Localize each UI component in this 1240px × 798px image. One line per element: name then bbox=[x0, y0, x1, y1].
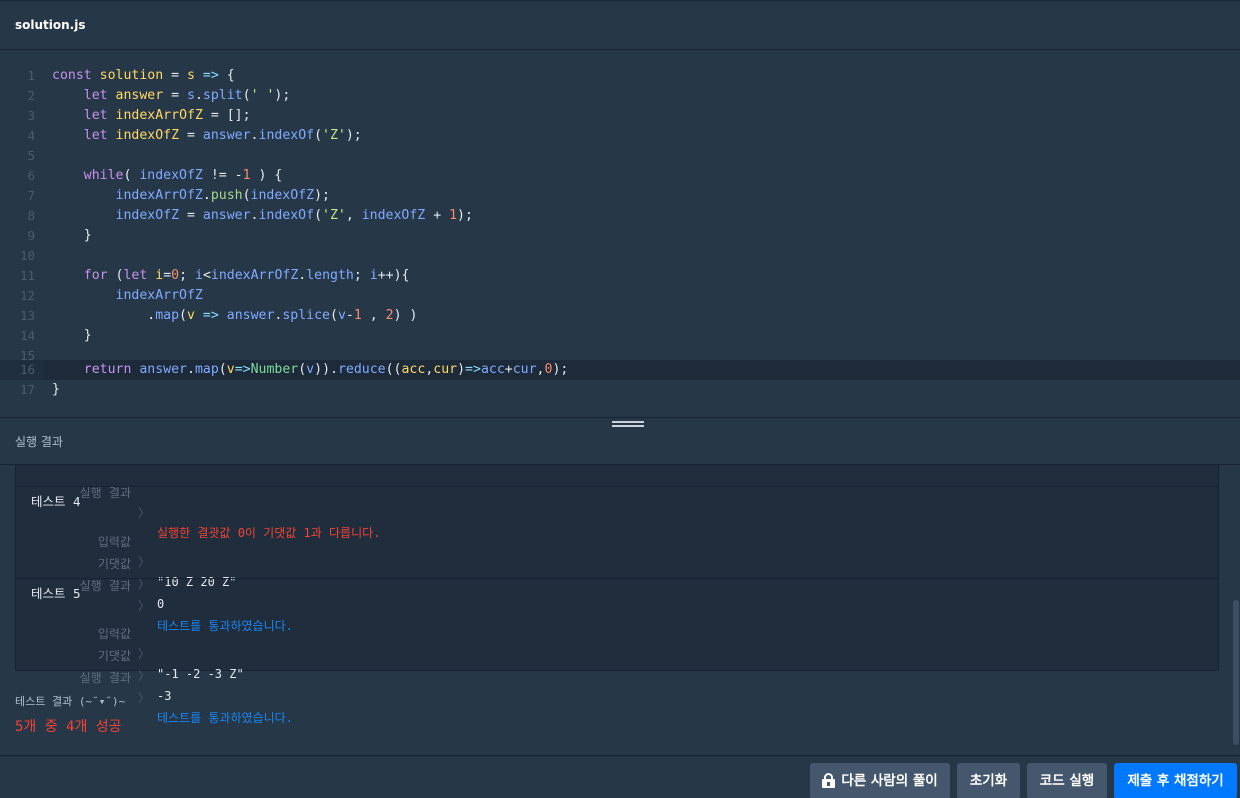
code-line[interactable]: 17} bbox=[0, 380, 1240, 400]
line-number: 13 bbox=[19, 308, 35, 323]
chevron-right-icon: 〉 bbox=[138, 669, 151, 683]
code-text[interactable]: let indexOfZ = answer.indexOf('Z'); bbox=[52, 126, 362, 146]
code-text[interactable]: } bbox=[52, 380, 60, 400]
editor-header: solution.js bbox=[0, 0, 1240, 50]
code-line[interactable]: 3 let indexArrOfZ = []; bbox=[0, 106, 1240, 126]
line-number: 12 bbox=[19, 288, 35, 303]
test-results-list[interactable]: 실행 결과 〉 실행한 결괏값 0이 기댓값 1과 다릅니다. 테스트 4 입력… bbox=[15, 465, 1219, 725]
code-text[interactable]: indexOfZ = answer.indexOf('Z', indexOfZ … bbox=[52, 206, 473, 226]
others-solution-button[interactable]: 다른 사람의 풀이 bbox=[810, 763, 950, 798]
code-text[interactable]: .map(v => answer.splice(v-1 , 2) ) bbox=[52, 306, 417, 326]
code-line[interactable]: 6 while( indexOfZ != -1 ) { bbox=[0, 166, 1240, 186]
action-bar: 다른 사람의 풀이 초기화 코드 실행 제출 후 채점하기 bbox=[0, 755, 1240, 798]
result-row: 실행 결과 〉 테스트를 통과하였습니다. bbox=[16, 648, 1218, 725]
test-title: 테스트 4 bbox=[31, 494, 81, 509]
result-row: 입력값 〉 "10 Z 20 Z" bbox=[16, 512, 1218, 589]
code-text[interactable]: for (let i=0; i<indexArrOfZ.length; i++)… bbox=[52, 266, 410, 286]
reset-button[interactable]: 초기화 bbox=[957, 763, 1020, 798]
row-value-success: 테스트를 통과하였습니다. bbox=[157, 711, 293, 725]
code-line[interactable]: 4 let indexOfZ = answer.indexOf('Z'); bbox=[0, 126, 1240, 146]
line-number: 4 bbox=[27, 128, 35, 143]
code-text[interactable]: while( indexOfZ != -1 ) { bbox=[52, 166, 283, 186]
line-number: 5 bbox=[27, 148, 35, 163]
code-line[interactable]: 7 indexArrOfZ.push(indexOfZ); bbox=[0, 186, 1240, 206]
result-row: 입력값 〉 "-1 -2 -3 Z" bbox=[16, 604, 1218, 681]
row-label: 실행 결과 bbox=[79, 671, 131, 685]
code-text[interactable]: let indexArrOfZ = []; bbox=[52, 106, 251, 126]
code-line-active[interactable]: 16 return answer.map(v=>Number(v)).reduc… bbox=[0, 360, 1240, 380]
line-number: 2 bbox=[27, 88, 35, 103]
chevron-right-icon: 〉 bbox=[138, 577, 151, 591]
run-code-button[interactable]: 코드 실행 bbox=[1027, 763, 1107, 798]
code-line[interactable]: 10 bbox=[0, 246, 1240, 266]
code-text[interactable]: } bbox=[52, 326, 92, 346]
file-tab[interactable]: solution.js bbox=[15, 18, 86, 32]
divider bbox=[16, 486, 1218, 487]
line-number: 14 bbox=[19, 328, 35, 343]
code-line[interactable]: 9 } bbox=[0, 226, 1240, 246]
code-line[interactable]: 14 } bbox=[0, 326, 1240, 346]
chevron-right-icon: 〉 bbox=[138, 691, 151, 705]
line-number: 6 bbox=[27, 168, 35, 183]
test-title: 테스트 5 bbox=[31, 586, 81, 601]
panel-splitter[interactable]: 실행 결과 bbox=[0, 417, 1240, 465]
resize-grip-icon[interactable] bbox=[612, 421, 644, 429]
result-row: 실행 결과 〉 실행한 결괏값 0이 기댓값 1과 다릅니다. bbox=[16, 465, 1218, 540]
code-text[interactable]: indexArrOfZ bbox=[52, 286, 203, 306]
summary-value: 5개 중 4개 성공 bbox=[15, 719, 122, 735]
summary-title: 테스트 결과 (~˘▾˘)~ bbox=[15, 695, 126, 708]
code-line[interactable]: 13 .map(v => answer.splice(v-1 , 2) ) bbox=[0, 306, 1240, 326]
code-line[interactable]: 5 bbox=[0, 146, 1240, 166]
submit-button[interactable]: 제출 후 채점하기 bbox=[1114, 763, 1237, 798]
line-number: 1 bbox=[27, 68, 35, 83]
divider bbox=[16, 578, 1218, 579]
results-panel[interactable]: 실행 결과 〉 실행한 결괏값 0이 기댓값 1과 다릅니다. 테스트 4 입력… bbox=[0, 465, 1240, 755]
code-line[interactable]: 11 for (let i=0; i<indexArrOfZ.length; i… bbox=[0, 266, 1240, 286]
scrollbar-thumb[interactable] bbox=[1233, 600, 1239, 745]
line-number: 7 bbox=[27, 188, 35, 203]
code-line[interactable]: 12 indexArrOfZ bbox=[0, 286, 1240, 306]
code-text[interactable]: return answer.map(v=>Number(v)).reduce((… bbox=[52, 360, 569, 380]
code-editor[interactable]: 1 const solution = s => { 2 let answer = … bbox=[0, 51, 1240, 417]
code-line[interactable]: 8 indexOfZ = answer.indexOf('Z', indexOf… bbox=[0, 206, 1240, 226]
line-number: 11 bbox=[19, 268, 35, 283]
line-number: 9 bbox=[27, 228, 35, 243]
code-text[interactable]: let answer = s.split(' '); bbox=[52, 86, 291, 106]
lock-icon bbox=[822, 773, 836, 788]
line-number: 3 bbox=[27, 108, 35, 123]
code-text[interactable]: indexArrOfZ.push(indexOfZ); bbox=[52, 186, 330, 206]
result-row: 기댓값 〉 -3 bbox=[16, 626, 1218, 703]
panel-title: 실행 결과 bbox=[15, 435, 63, 449]
line-number: 10 bbox=[19, 248, 35, 263]
others-solution-label: 다른 사람의 풀이 bbox=[841, 773, 938, 789]
code-line[interactable]: 2 let answer = s.split(' '); bbox=[0, 86, 1240, 106]
code-text[interactable]: const solution = s => { bbox=[52, 66, 235, 86]
code-text[interactable]: } bbox=[52, 226, 92, 246]
result-row: 실행 결과 〉 테스트를 통과하였습니다. bbox=[16, 556, 1218, 633]
code-line[interactable]: 1 const solution = s => { bbox=[0, 66, 1240, 86]
row-value: -3 bbox=[157, 689, 172, 703]
line-number: 16 bbox=[19, 362, 35, 377]
line-number: 17 bbox=[19, 382, 35, 397]
line-number: 8 bbox=[27, 208, 35, 223]
result-row: 기댓값 〉 0 bbox=[16, 534, 1218, 611]
